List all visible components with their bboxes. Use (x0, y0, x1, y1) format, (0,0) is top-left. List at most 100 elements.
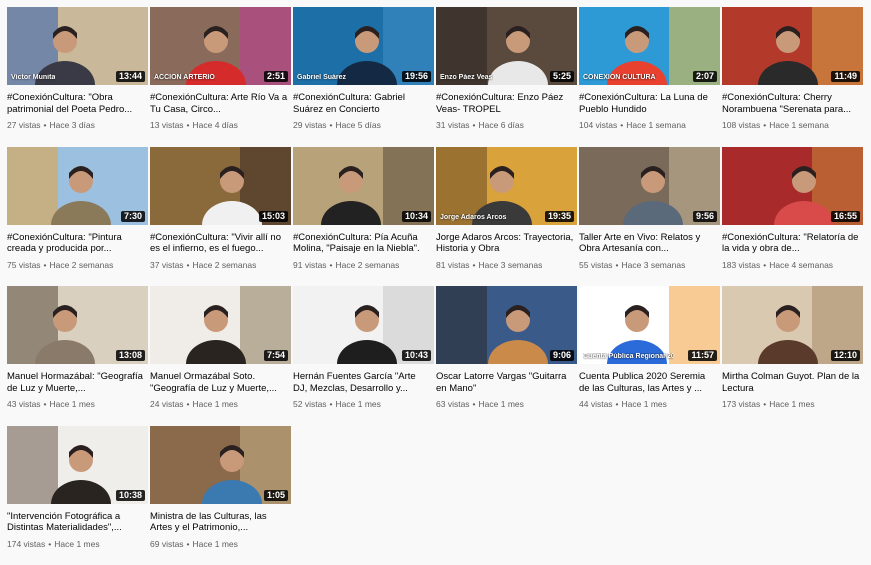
video-card[interactable]: 1:05 Ministra de las Culturas, las Artes … (150, 426, 291, 565)
video-title[interactable]: "Intervención Fotográfica a Distintas Ma… (7, 511, 146, 534)
video-title[interactable]: #ConexiónCultura: Cherry Norambuena "Ser… (722, 92, 861, 115)
separator-dot: • (473, 120, 476, 130)
duration-badge: 7:54 (264, 350, 288, 361)
duration-badge: 2:07 (693, 71, 717, 82)
video-card[interactable]: 10:34 #ConexiónCultura: Pía Acuña Molina,… (293, 147, 434, 287)
separator-dot: • (763, 120, 766, 130)
video-thumbnail[interactable]: ACCIÓN ARTERIO2:51 (150, 7, 291, 85)
video-meta: #ConexiónCultura: "Relatoría de la vida … (722, 225, 863, 270)
duration-badge: 10:38 (116, 490, 145, 501)
video-thumbnail[interactable]: 10:38 (7, 426, 148, 504)
video-card[interactable]: 16:55 #ConexiónCultura: "Relatoría de la … (722, 147, 863, 287)
video-title[interactable]: #ConexiónCultura: La Luna de Pueblo Hund… (579, 92, 718, 115)
video-thumbnail[interactable]: 7:54 (150, 286, 291, 364)
video-title[interactable]: Ministra de las Culturas, las Artes y el… (150, 511, 289, 534)
video-title[interactable]: Cuenta Publica 2020 Seremia de las Cultu… (579, 371, 718, 394)
video-grid: Víctor Munita13:44 #ConexiónCultura: "Obr… (7, 7, 863, 565)
video-thumbnail[interactable]: 16:55 (722, 147, 863, 225)
video-thumbnail[interactable]: 15:03 (150, 147, 291, 225)
upload-age: Hace 1 mes (479, 399, 524, 409)
video-card[interactable]: CONEXIÓN CULTURA2:07 #ConexiónCultura: La… (579, 7, 720, 147)
video-card[interactable]: 9:56 Taller Arte en Vivo: Relatos y Obra … (579, 147, 720, 287)
video-card[interactable]: 15:03 #ConexiónCultura: "Vivir allí no es… (150, 147, 291, 287)
video-title[interactable]: #ConexiónCultura: "Obra patrimonial del … (7, 92, 146, 115)
video-meta: Hernán Fuentes García "Arte DJ, Mezclas,… (293, 364, 434, 409)
upload-age: Hace 1 mes (193, 539, 238, 549)
video-title[interactable]: #ConexiónCultura: Gabriel Suárez en Conc… (293, 92, 432, 115)
video-card[interactable]: 11:49 #ConexiónCultura: Cherry Norambuena… (722, 7, 863, 147)
video-meta: #ConexiónCultura: Arte Río Va a Tu Casa,… (150, 85, 291, 130)
view-count: 44 vistas (579, 399, 613, 409)
upload-age: Hace 2 semanas (336, 260, 400, 270)
upload-age: Hace 3 semanas (622, 260, 686, 270)
video-card[interactable]: 10:43 Hernán Fuentes García "Arte DJ, Mez… (293, 286, 434, 426)
video-card[interactable]: Jorge Adaros Arcos19:35 Jorge Adaros Arco… (436, 147, 577, 287)
video-title[interactable]: Jorge Adaros Arcos: Trayectoria, Histori… (436, 232, 575, 255)
video-card[interactable]: Cuenta Pública Regional 202011:57 Cuenta … (579, 286, 720, 426)
video-thumbnail[interactable]: Cuenta Pública Regional 202011:57 (579, 286, 720, 364)
video-card[interactable]: ACCIÓN ARTERIO2:51 #ConexiónCultura: Arte… (150, 7, 291, 147)
view-count: 104 vistas (579, 120, 617, 130)
separator-dot: • (48, 539, 51, 549)
video-thumbnail[interactable]: CONEXIÓN CULTURA2:07 (579, 7, 720, 85)
separator-dot: • (187, 399, 190, 409)
video-title[interactable]: Mirtha Colman Guyot. Plan de la Lectura (722, 371, 861, 394)
separator-dot: • (616, 260, 619, 270)
duration-badge: 9:56 (693, 211, 717, 222)
video-meta: #ConexiónCultura: Cherry Norambuena "Ser… (722, 85, 863, 130)
video-card[interactable]: 13:08 Manuel Hormazábal: "Geografía de Lu… (7, 286, 148, 426)
video-thumbnail[interactable]: 10:43 (293, 286, 434, 364)
video-card[interactable]: 9:06 Oscar Latorre Vargas "Guitarra en Ma… (436, 286, 577, 426)
video-thumbnail[interactable]: 9:56 (579, 147, 720, 225)
video-title[interactable]: #ConexiónCultura: "Pintura creada y prod… (7, 232, 146, 255)
video-stats: 91 vistas•Hace 2 semanas (293, 260, 432, 270)
duration-badge: 15:03 (259, 211, 288, 222)
video-card[interactable]: 10:38 "Intervención Fotográfica a Distint… (7, 426, 148, 565)
video-card[interactable]: Víctor Munita13:44 #ConexiónCultura: "Obr… (7, 7, 148, 147)
video-title[interactable]: #ConexiónCultura: Enzo Páez Veas- TROPEL (436, 92, 575, 115)
view-count: 29 vistas (293, 120, 327, 130)
video-card[interactable]: 7:54 Manuel Ormazábal Soto. "Geografía de… (150, 286, 291, 426)
video-stats: 31 vistas•Hace 6 días (436, 120, 575, 130)
video-title[interactable]: Hernán Fuentes García "Arte DJ, Mezclas,… (293, 371, 432, 394)
upload-age: Hace 5 días (336, 120, 381, 130)
video-title[interactable]: #ConexiónCultura: "Vivir allí no es el i… (150, 232, 289, 255)
upload-age: Hace 3 semanas (479, 260, 543, 270)
video-thumbnail[interactable]: 9:06 (436, 286, 577, 364)
separator-dot: • (330, 120, 333, 130)
thumbnail-overlay-text: ACCIÓN ARTERIO (154, 74, 215, 81)
video-meta: "Intervención Fotográfica a Distintas Ma… (7, 504, 148, 549)
video-thumbnail[interactable]: 10:34 (293, 147, 434, 225)
video-title[interactable]: #ConexiónCultura: "Relatoría de la vida … (722, 232, 861, 255)
video-thumbnail[interactable]: Gabriel Suárez19:56 (293, 7, 434, 85)
video-card[interactable]: 7:30 #ConexiónCultura: "Pintura creada y … (7, 147, 148, 287)
video-meta: #ConexiónCultura: Enzo Páez Veas- TROPEL… (436, 85, 577, 130)
view-count: 173 vistas (722, 399, 760, 409)
video-title[interactable]: #ConexiónCultura: Pía Acuña Molina, "Pai… (293, 232, 432, 255)
video-thumbnail[interactable]: 1:05 (150, 426, 291, 504)
video-card[interactable]: Gabriel Suárez19:56 #ConexiónCultura: Gab… (293, 7, 434, 147)
duration-badge: 13:08 (116, 350, 145, 361)
video-title[interactable]: Manuel Ormazábal Soto. "Geografía de Luz… (150, 371, 289, 394)
video-title[interactable]: Oscar Latorre Vargas "Guitarra en Mano" (436, 371, 575, 394)
video-thumbnail[interactable]: Enzo Páez Veas5:25 (436, 7, 577, 85)
video-stats: 52 vistas•Hace 1 mes (293, 399, 432, 409)
separator-dot: • (620, 120, 623, 130)
video-stats: 108 vistas•Hace 1 semana (722, 120, 861, 130)
view-count: 108 vistas (722, 120, 760, 130)
video-title[interactable]: Taller Arte en Vivo: Relatos y Obra Arte… (579, 232, 718, 255)
video-thumbnail[interactable]: 13:08 (7, 286, 148, 364)
video-thumbnail[interactable]: Víctor Munita13:44 (7, 7, 148, 85)
video-title[interactable]: Manuel Hormazábal: "Geografía de Luz y M… (7, 371, 146, 394)
video-card[interactable]: Enzo Páez Veas5:25#ConexiónCultura: Enzo… (436, 7, 577, 147)
video-thumbnail[interactable]: 12:10 (722, 286, 863, 364)
video-thumbnail[interactable]: 11:49 (722, 7, 863, 85)
video-thumbnail[interactable]: Jorge Adaros Arcos19:35 (436, 147, 577, 225)
video-title[interactable]: #ConexiónCultura: Arte Río Va a Tu Casa,… (150, 92, 289, 115)
video-thumbnail[interactable]: 7:30 (7, 147, 148, 225)
video-card[interactable]: 12:10 Mirtha Colman Guyot. Plan de la Lec… (722, 286, 863, 426)
duration-badge: 19:35 (545, 211, 574, 222)
video-stats: 13 vistas•Hace 4 días (150, 120, 289, 130)
view-count: 81 vistas (436, 260, 470, 270)
view-count: 174 vistas (7, 539, 45, 549)
